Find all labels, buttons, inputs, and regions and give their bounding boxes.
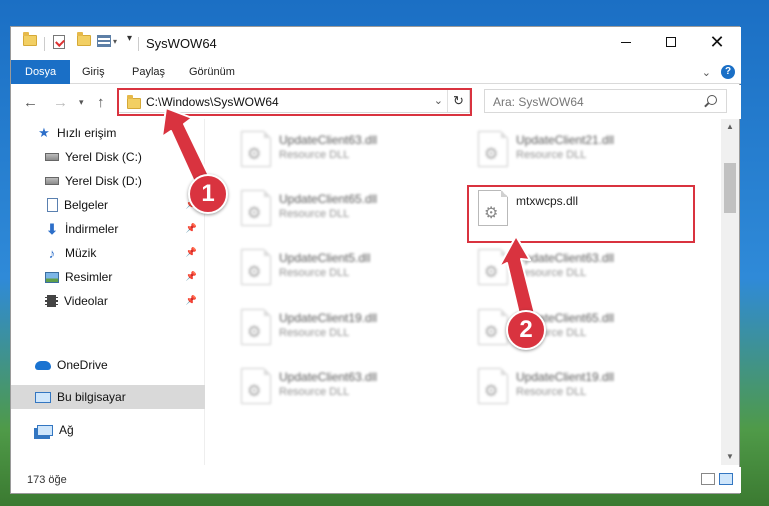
annotation-arrows [161,107,536,319]
step-2-badge: 2 [506,310,546,350]
step-1-badge: 1 [188,174,228,214]
arrow-2 [498,235,536,319]
